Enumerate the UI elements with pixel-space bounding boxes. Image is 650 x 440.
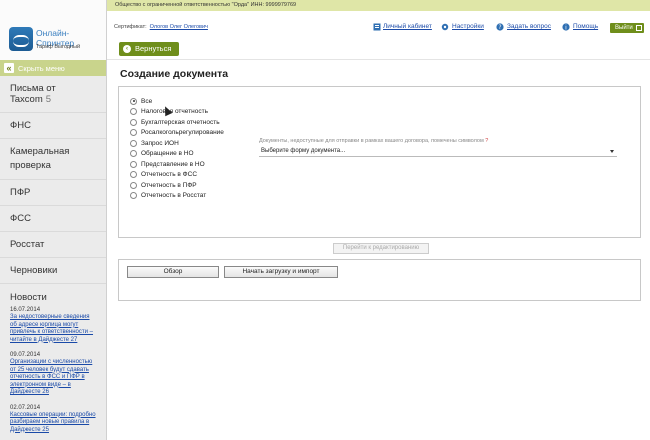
sidebar-item-pfr[interactable]: ПФР <box>0 180 106 206</box>
radio-all[interactable]: Все <box>130 96 152 106</box>
hide-menu-label: Скрыть меню <box>18 63 65 73</box>
radio-appeal-no[interactable]: Обращение в НО <box>130 149 194 159</box>
radio-ion-request[interactable]: Запрос ИОН <box>130 138 179 148</box>
radio-accounting-reporting[interactable]: Бухгалтерская отчетность <box>130 117 220 127</box>
sidebar-item-label: Камеральная проверка <box>10 146 70 171</box>
double-chevron-left-icon: « <box>4 63 14 73</box>
exit-icon <box>636 25 642 31</box>
question-icon: ? <box>496 23 504 31</box>
radio-button[interactable] <box>130 171 137 178</box>
news-link[interactable]: За недостоверные сведения об адресе юрли… <box>10 314 96 344</box>
note-text: Документы, недоступные для отправки в ра… <box>259 138 484 144</box>
hide-menu-button[interactable]: « Скрыть меню <box>0 60 106 76</box>
sidebar-item-fss[interactable]: ФСС <box>0 206 106 232</box>
back-button[interactable]: ‹ Вернуться <box>119 42 179 56</box>
sidebar-item-taxcom-letters[interactable]: Письма от Taxcom 5 <box>0 76 106 113</box>
news-item: 16.07.2014 За недостоверные сведения об … <box>0 305 106 350</box>
sidebar-item-label: Черновики <box>10 265 58 276</box>
chevron-down-icon <box>610 150 614 153</box>
radio-label: Все <box>141 97 153 105</box>
news-item: 09.07.2014 Организации с численностью от… <box>0 350 106 403</box>
radio-label: Отчетность в Росстат <box>141 192 207 199</box>
certificate-label: Сертификат: <box>114 24 147 30</box>
news-item: 02.07.2014 Кассовые операции: подробно р… <box>0 403 106 440</box>
logo-icon <box>9 27 33 51</box>
document-form-select[interactable]: Выберите форму документа... <box>259 146 617 157</box>
info-icon: i <box>562 23 570 31</box>
radio-button[interactable] <box>130 108 137 115</box>
sidebar-item-fns[interactable]: ФНС <box>0 113 106 139</box>
back-arrow-icon: ‹ <box>123 45 131 53</box>
sidebar: Онлайн-Спринтер Тариф Выгодный « Скрыть … <box>0 0 107 440</box>
select-value: Выберите форму документа... <box>261 148 346 154</box>
sidebar-item-label: ФСС <box>10 213 31 224</box>
sidebar-item-label: Росстат <box>10 239 45 250</box>
document-type-panel: Все Налоговая отчетность Бухгалтерская о… <box>118 86 641 238</box>
exit-button[interactable]: Выйти <box>610 23 644 33</box>
news-date: 16.07.2014 <box>10 307 41 313</box>
sidebar-item-rosstat[interactable]: Росстат <box>0 232 106 258</box>
svg-text:?: ? <box>498 24 501 31</box>
unread-count: 5 <box>45 94 52 105</box>
news-title: Новости <box>10 292 47 303</box>
help-link[interactable]: Помощь <box>573 23 598 30</box>
browse-button[interactable]: Обзор <box>127 266 219 278</box>
logo[interactable]: Онлайн-Спринтер Тариф Выгодный <box>0 0 106 60</box>
sidebar-item-label: ПФР <box>10 187 31 198</box>
radio-label: Отчетность в ФСС <box>141 171 198 178</box>
radio-button[interactable] <box>130 150 137 157</box>
page-title: Создание документа <box>120 68 229 80</box>
back-label: Вернуться <box>135 44 172 53</box>
radio-button[interactable] <box>130 129 137 136</box>
gear-icon <box>441 23 449 31</box>
radio-button[interactable] <box>130 97 137 105</box>
upload-panel: Обзор Начать загрузку и импорт <box>118 259 641 301</box>
radio-label: Росалкогольрегулирование <box>141 129 224 136</box>
ask-question-link[interactable]: Задать вопрос <box>507 23 551 30</box>
radio-label: Представление в НО <box>141 160 205 168</box>
tariff-label: Тариф Выгодный <box>36 44 81 50</box>
news-link[interactable]: Организации с численностью от 25 человек… <box>10 359 96 397</box>
radio-button[interactable] <box>130 118 137 126</box>
radio-button[interactable] <box>130 160 137 168</box>
exit-label: Выйти <box>615 25 633 31</box>
radio-rosalkogol[interactable]: Росалкогольрегулирование <box>130 128 224 138</box>
sidebar-item-label: ФНС <box>10 120 31 131</box>
radio-submission-no[interactable]: Представление в НО <box>130 159 205 169</box>
radio-pfr-reporting[interactable]: Отчетность в ПФР <box>130 180 197 190</box>
certificate-link[interactable]: Ологов Олег Олегович <box>150 24 208 30</box>
radio-fss-reporting[interactable]: Отчетность в ФСС <box>130 170 197 180</box>
news-date: 09.07.2014 <box>10 352 41 358</box>
radio-label: Налоговая отчетность <box>141 108 208 115</box>
organization-bar: Общество с ограниченной ответственностью… <box>107 0 650 11</box>
back-bar: ‹ Вернуться <box>107 38 650 60</box>
sidebar-item-desk-audit[interactable]: Камеральная проверка <box>0 139 106 180</box>
news-link[interactable]: Кассовые операции: подробно разбираем но… <box>10 412 96 435</box>
start-import-button[interactable]: Начать загрузку и импорт <box>224 266 338 278</box>
radio-label: Запрос ИОН <box>141 139 179 147</box>
settings-link[interactable]: Настройки <box>452 23 484 30</box>
radio-rosstat-reporting[interactable]: Отчетность в Росстат <box>130 191 206 201</box>
unavailable-mark: ? <box>485 138 489 144</box>
go-to-edit-button[interactable]: Перейти к редактированию <box>333 243 429 254</box>
radio-label: Обращение в НО <box>141 150 194 157</box>
certificate-info: Сертификат: Ологов Олег Олегович <box>114 24 208 30</box>
unavailable-docs-note: Документы, недоступные для отправки в ра… <box>259 138 488 144</box>
radio-label: Отчетность в ПФР <box>141 181 197 189</box>
cabinet-icon <box>373 23 381 31</box>
radio-button[interactable] <box>130 181 137 189</box>
header: Сертификат: Ологов Олег Олегович Личный к… <box>107 11 650 33</box>
radio-button[interactable] <box>130 192 137 199</box>
news-date: 02.07.2014 <box>10 404 41 411</box>
sidebar-item-drafts[interactable]: Черновики <box>0 258 106 284</box>
radio-button[interactable] <box>130 139 137 147</box>
radio-label: Бухгалтерская отчетность <box>141 118 220 126</box>
cabinet-link[interactable]: Личный кабинет <box>383 23 432 30</box>
